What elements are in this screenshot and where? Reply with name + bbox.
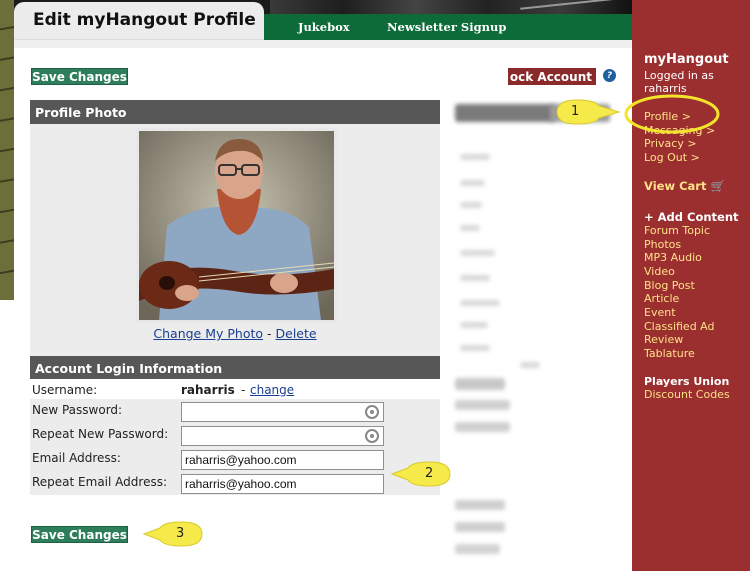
players-union-heading: Players Union — [644, 375, 730, 388]
page-title-tab: Edit myHangout Profile — [14, 2, 264, 40]
callout-2-shape — [390, 461, 451, 487]
page-title: Edit myHangout Profile — [33, 10, 256, 30]
callout-1-number: 1 — [571, 104, 580, 119]
repeat-email-input[interactable] — [181, 474, 384, 494]
change-photo-link[interactable]: Change My Photo — [153, 326, 263, 341]
callout-3-shape — [142, 521, 203, 547]
add-content-photos[interactable]: Photos — [644, 238, 681, 251]
callout-3-number: 3 — [176, 526, 185, 541]
add-content-tablature[interactable]: Tablature — [644, 347, 695, 360]
callout-2-number: 2 — [425, 466, 434, 481]
save-changes-button-top[interactable]: Save Changes — [31, 68, 128, 85]
repeat-email-label: Repeat Email Address: — [32, 475, 167, 489]
repeat-password-label: Repeat New Password: — [32, 427, 169, 441]
help-icon[interactable]: ? — [603, 69, 616, 82]
username-value: raharris — [181, 383, 235, 397]
view-cart-label: View Cart — [644, 179, 707, 193]
view-cart-link[interactable]: View Cart 🛒 — [644, 179, 725, 193]
password-reveal-icon[interactable] — [365, 429, 379, 443]
add-content-review[interactable]: Review — [644, 333, 683, 346]
lock-account-button[interactable]: ock Account — [508, 68, 596, 85]
profile-highlight-circle — [624, 94, 720, 134]
add-content-heading: + Add Content — [644, 210, 739, 224]
profile-photo-image — [139, 131, 334, 320]
photo-links-separator: - — [263, 326, 276, 341]
add-content-classified-ad[interactable]: Classified Ad — [644, 320, 715, 333]
decorative-edge — [0, 0, 14, 300]
email-label: Email Address: — [32, 451, 121, 465]
logged-in-label: Logged in as — [644, 69, 714, 82]
add-content-article[interactable]: Article — [644, 292, 679, 305]
delete-photo-link[interactable]: Delete — [276, 326, 317, 341]
save-changes-button-bottom[interactable]: Save Changes — [31, 526, 128, 543]
add-content-blog-post[interactable]: Blog Post — [644, 279, 695, 292]
username-separator: - — [241, 383, 246, 397]
blurred-content-column — [450, 100, 620, 571]
add-content-video[interactable]: Video — [644, 265, 675, 278]
new-password-label: New Password: — [32, 403, 123, 417]
callout-1-shape — [556, 99, 621, 125]
discount-codes-link[interactable]: Discount Codes — [644, 388, 730, 401]
profile-photo-header: Profile Photo — [30, 100, 440, 124]
nav-jukebox[interactable]: Jukebox — [298, 20, 350, 34]
cart-icon: 🛒 — [710, 179, 725, 193]
banner-image — [270, 0, 632, 14]
add-content-event[interactable]: Event — [644, 306, 676, 319]
email-input[interactable] — [181, 450, 384, 470]
username-label: Username: — [32, 383, 98, 397]
photo-actions: Change My Photo - Delete — [30, 326, 440, 341]
add-content-forum-topic[interactable]: Forum Topic — [644, 224, 710, 237]
add-content-mp3-audio[interactable]: MP3 Audio — [644, 251, 702, 264]
new-password-input[interactable] — [181, 402, 384, 422]
myhangout-sidebar: myHangout Logged in as raharris Profile … — [632, 0, 750, 571]
repeat-password-input[interactable] — [181, 426, 384, 446]
password-reveal-icon[interactable] — [365, 405, 379, 419]
username-change-link[interactable]: change — [250, 383, 294, 397]
sidebar-link-privacy[interactable]: Privacy > — [644, 137, 697, 150]
sidebar-link-logout[interactable]: Log Out > — [644, 151, 700, 164]
profile-photo — [136, 128, 337, 323]
sidebar-title: myHangout — [644, 52, 729, 67]
account-login-header: Account Login Information — [30, 356, 440, 380]
nav-newsletter-signup[interactable]: Newsletter Signup — [387, 20, 506, 34]
